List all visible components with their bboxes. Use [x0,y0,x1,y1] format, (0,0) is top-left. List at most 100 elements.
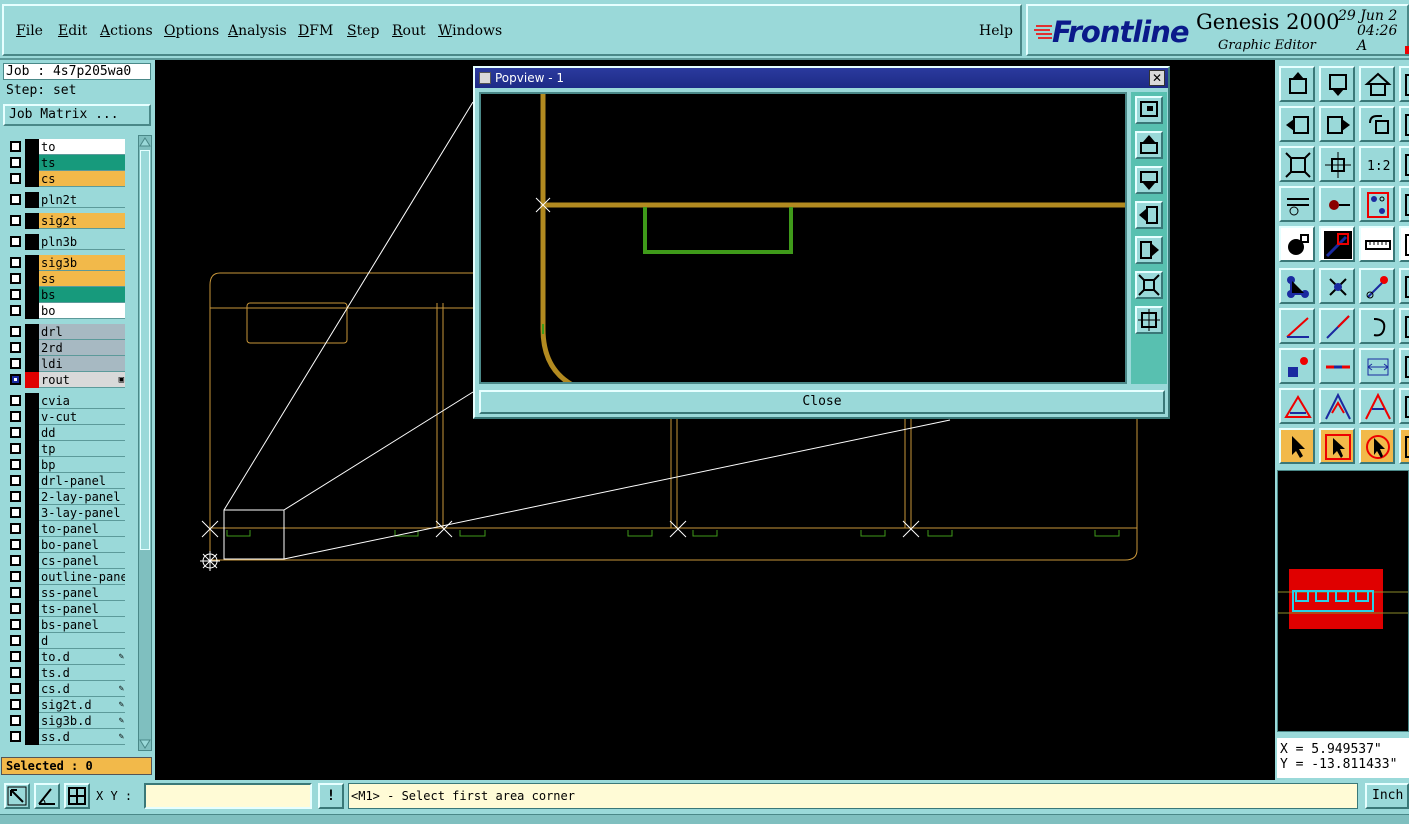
layer-checkbox[interactable] [10,273,21,284]
scroll-down-icon[interactable] [139,738,151,750]
popview-graphics[interactable] [479,92,1127,384]
angle-a-tool-button[interactable] [1279,388,1315,424]
layer-checkbox[interactable] [10,731,21,742]
layer-checkbox[interactable] [10,411,21,422]
popview-zoom-in-button[interactable] [1135,271,1163,299]
more-tool-button[interactable] [1399,348,1409,384]
more-tool-button[interactable] [1399,308,1409,344]
layer-row[interactable]: to-panel [3,521,138,537]
layer-checkbox[interactable] [10,523,21,534]
layer-name[interactable]: bp [39,457,125,473]
scroll-up-icon[interactable] [139,136,151,148]
layer-checkbox[interactable] [10,395,21,406]
layer-name[interactable]: 3-lay-panel [39,505,125,521]
layer-row[interactable]: bo [3,303,138,319]
layer-name[interactable]: ss-panel [39,585,125,601]
layer-name[interactable]: ts [39,155,125,171]
layer-list-scrollbar[interactable] [138,135,152,751]
layer-name[interactable]: ts.d [39,665,125,681]
layer-row[interactable]: dd [3,425,138,441]
window-menu-icon[interactable] [479,72,491,84]
layer-row[interactable]: sig3b [3,255,138,271]
layer-name[interactable]: ss [39,271,125,287]
home-tool-button[interactable] [1359,66,1395,102]
layer-row[interactable]: drl-panel [3,473,138,489]
layer-checkbox[interactable] [10,667,21,678]
layer-row[interactable]: ts [3,155,138,171]
layer-checkbox[interactable] [10,539,21,550]
layer-checkbox[interactable] [10,683,21,694]
layer-checkbox[interactable] [10,173,21,184]
command-button[interactable]: ! [318,783,344,809]
layer-checkbox[interactable] [10,236,21,247]
measure-tool-button[interactable] [1359,226,1395,262]
layer-name[interactable]: to [39,139,125,155]
layer-row[interactable]: d [3,633,138,649]
layer-checkbox[interactable] [10,257,21,268]
layer-checkbox[interactable] [10,571,21,582]
layer-name[interactable]: outline-panel [39,569,125,585]
popview-pan-up-button[interactable] [1135,131,1163,159]
layer-checkbox[interactable] [10,635,21,646]
layer-row[interactable]: sig3b.d ✎ [3,713,138,729]
menu-item[interactable]: DFM [298,23,333,39]
layer-checkbox[interactable] [10,587,21,598]
layer-name[interactable]: tp [39,441,125,457]
add-surface-tool-button[interactable] [1279,348,1315,384]
layer-checkbox[interactable] [10,374,21,385]
layer-checkbox[interactable] [10,342,21,353]
more-tool-button[interactable] [1399,388,1409,424]
units-button[interactable]: Inch [1365,783,1409,809]
layer-checkbox[interactable] [10,157,21,168]
more-tool-button[interactable] [1399,428,1409,464]
cross-tool-button[interactable] [1319,268,1355,304]
line-join-tool-button[interactable] [1319,348,1355,384]
layer-name[interactable]: ldi [39,356,125,372]
snap-tool-button[interactable] [1319,186,1355,222]
layer-name[interactable]: sig2t [39,213,125,229]
layer-checkbox[interactable] [10,305,21,316]
layer-row[interactable]: tp [3,441,138,457]
layer-name[interactable]: to.d ✎ [39,649,125,665]
layer-row[interactable]: ts-panel [3,601,138,617]
pointer-select-tool-button[interactable] [1319,428,1355,464]
layer-row[interactable]: bs [3,287,138,303]
job-matrix-button[interactable]: Job Matrix ... [3,104,151,126]
layer-row[interactable]: 3-lay-panel [3,505,138,521]
popview-pan-down-button[interactable] [1135,166,1163,194]
layer-row[interactable]: pln2t [3,192,138,208]
line-cut-tool-button[interactable] [1319,308,1355,344]
layer-row[interactable]: to.d ✎ [3,649,138,665]
overview-map[interactable] [1277,470,1409,732]
layer-name[interactable]: ss.d ✎ [39,729,125,745]
layer-checkbox[interactable] [10,358,21,369]
layer-checkbox[interactable] [10,194,21,205]
layer-name[interactable]: bs-panel [39,617,125,633]
popview-pan-left-button[interactable] [1135,201,1163,229]
layer-row[interactable]: ldi [3,356,138,372]
layer-name[interactable]: drl-panel [39,473,125,489]
layer-name[interactable]: pln2t [39,192,125,208]
layer-row[interactable]: cs.d ✎ [3,681,138,697]
layer-row[interactable]: ss.d ✎ [3,729,138,745]
layer-name[interactable]: sig3b [39,255,125,271]
layer-row[interactable]: to [3,139,138,155]
layer-row[interactable]: bs-panel [3,617,138,633]
layer-checkbox[interactable] [10,427,21,438]
layer-name[interactable]: pln3b [39,234,125,250]
popview-zoom-out-button[interactable] [1135,306,1163,334]
angle-c-tool-button[interactable] [1359,388,1395,424]
layer-name[interactable]: ts-panel [39,601,125,617]
draw-line-tool-button[interactable] [1319,226,1355,262]
layer-checkbox[interactable] [10,619,21,630]
layer-row[interactable]: bp [3,457,138,473]
layer-row[interactable]: sig2t [3,213,138,229]
layer-name[interactable]: d [39,633,125,649]
layer-name[interactable]: 2-lay-panel [39,489,125,505]
layer-row[interactable]: ss-panel [3,585,138,601]
snap-mode-button[interactable] [4,783,30,809]
more-tool-button[interactable] [1399,226,1409,262]
layer-row[interactable]: cvia [3,393,138,409]
menu-item[interactable]: Options [164,23,219,39]
layer-row[interactable]: ss [3,271,138,287]
